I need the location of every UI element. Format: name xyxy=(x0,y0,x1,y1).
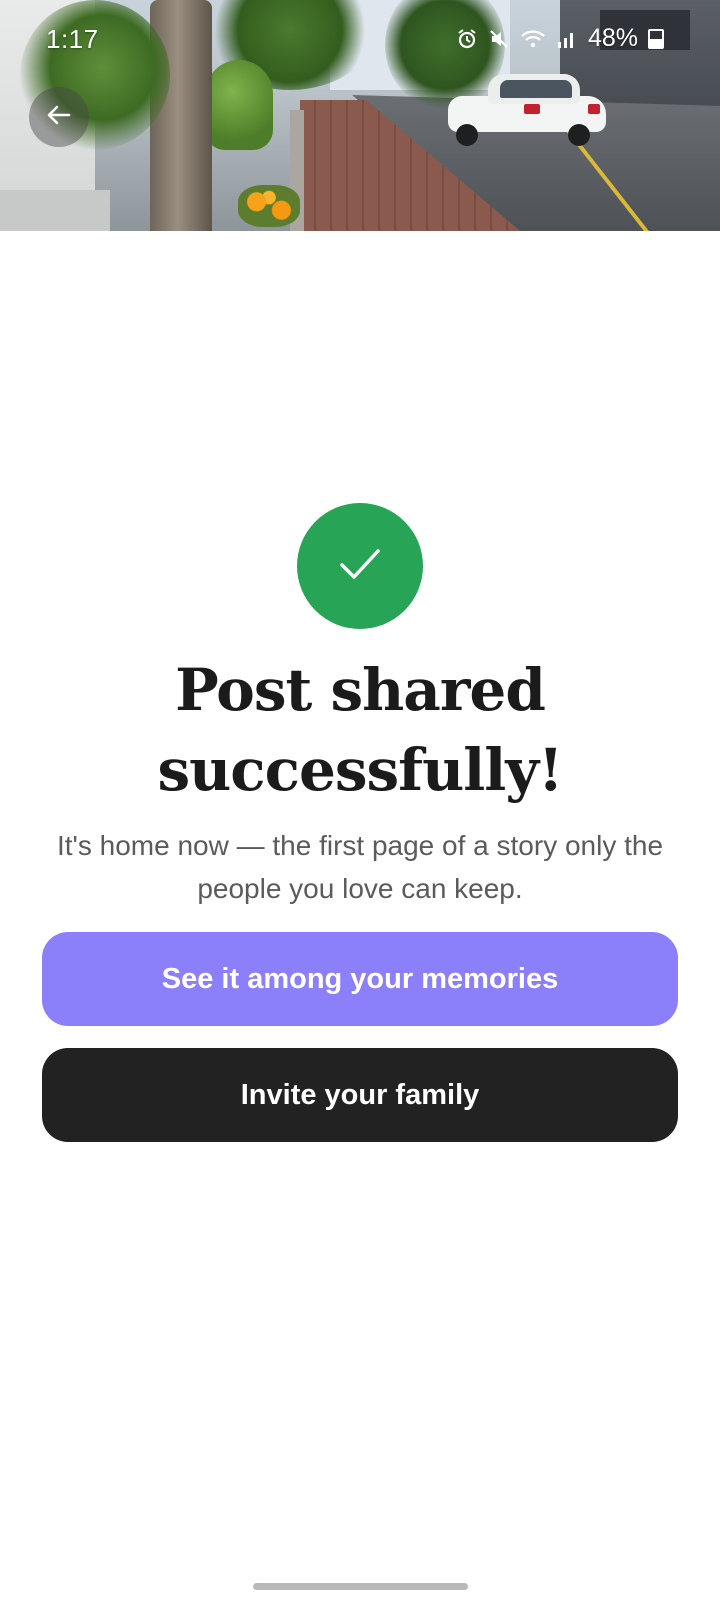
post-success-screen: 1:17 48% Post shared successfully! It's … xyxy=(0,0,720,1600)
status-bar: 1:17 48% xyxy=(0,0,720,80)
status-time: 1:17 xyxy=(46,24,99,54)
wifi-icon xyxy=(520,29,546,49)
checkmark-icon xyxy=(338,546,382,587)
see-memories-button[interactable]: See it among your memories xyxy=(42,932,678,1026)
page-title: Post shared successfully! xyxy=(157,656,563,804)
battery-percent: 48% xyxy=(587,24,638,52)
battery-icon xyxy=(648,28,664,49)
success-check-badge xyxy=(297,503,423,629)
arrow-left-icon xyxy=(45,101,73,134)
signal-icon xyxy=(556,29,578,49)
status-icons: 48% xyxy=(456,24,664,53)
home-indicator[interactable] xyxy=(253,1583,468,1590)
back-button[interactable] xyxy=(29,87,89,147)
alarm-icon xyxy=(456,28,478,50)
car-in-photo xyxy=(448,74,606,146)
mute-icon xyxy=(488,28,510,50)
invite-family-button[interactable]: Invite your family xyxy=(42,1048,678,1142)
page-subtitle: It's home now — the first page of a stor… xyxy=(56,830,664,904)
